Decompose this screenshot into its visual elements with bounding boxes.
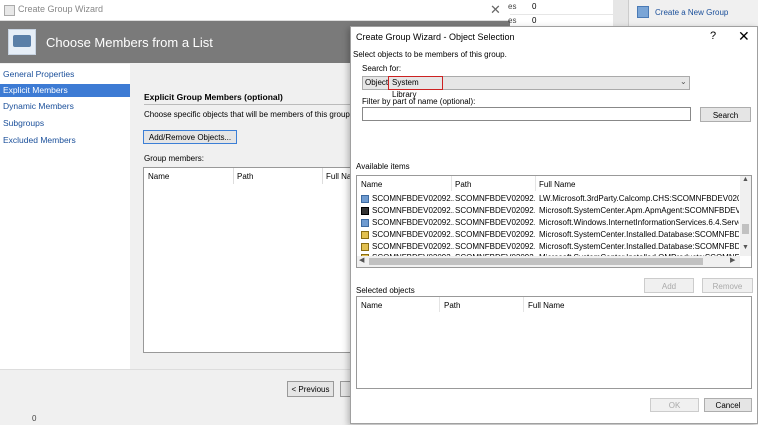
item-path: SCOMNFBDEV02092... — [455, 230, 535, 239]
cancel-button[interactable]: Cancel — [704, 398, 752, 412]
vertical-scrollbar[interactable]: ▲ ▼ — [740, 176, 751, 256]
list-item[interactable]: SCOMNFBDEV02092... SCOMNFBDEV02092... Mi… — [357, 206, 739, 217]
item-name: SCOMNFBDEV02092... — [372, 230, 454, 239]
list-item[interactable]: SCOMNFBDEV02092... SCOMNFBDEV02092... Mi… — [357, 242, 739, 253]
status-count: 0 — [32, 414, 37, 423]
item-path: SCOMNFBDEV02092... — [455, 242, 535, 251]
table-cell: es — [508, 2, 517, 11]
help-icon[interactable]: ? — [710, 30, 716, 42]
column-header-full-name[interactable]: Full Na — [326, 172, 351, 181]
object-type-value[interactable]: System Library — [388, 76, 443, 99]
scroll-down-icon[interactable]: ▼ — [742, 244, 749, 251]
item-full-name: Microsoft.SystemCenter.Installed.Databas… — [539, 242, 739, 251]
column-header-path[interactable]: Path — [444, 301, 460, 310]
column-header-full-name[interactable]: Full Name — [528, 301, 564, 310]
wizard-nav: General Properties Explicit Members Dyna… — [0, 64, 130, 369]
column-separator — [439, 297, 440, 312]
nav-excluded-members[interactable]: Excluded Members — [0, 134, 130, 147]
table-cell: 0 — [532, 2, 537, 11]
chevron-down-icon[interactable]: ⌄ — [680, 77, 687, 86]
close-icon[interactable]: ✕ — [738, 28, 750, 45]
item-path: SCOMNFBDEV02092... — [455, 194, 535, 203]
wizard-titlebar: Create Group Wizard ✕ — [0, 0, 510, 21]
group-icon — [361, 195, 369, 203]
remove-button[interactable]: Remove — [702, 278, 753, 293]
column-header-path[interactable]: Path — [237, 172, 253, 181]
previous-button[interactable]: < Previous — [287, 381, 334, 397]
table-row: es 0 — [508, 0, 628, 15]
column-header-name[interactable]: Name — [361, 180, 382, 189]
column-header-path[interactable]: Path — [455, 180, 471, 189]
group-members-icon — [8, 29, 36, 55]
group-members-label: Group members: — [144, 154, 205, 163]
create-group-icon — [637, 6, 649, 18]
column-header-name[interactable]: Name — [148, 172, 169, 181]
scroll-thumb[interactable] — [369, 258, 703, 265]
section-title: Explicit Group Members (optional) — [144, 92, 283, 102]
nav-explicit-members[interactable]: Explicit Members — [0, 84, 130, 97]
banner-title: Choose Members from a List — [46, 35, 213, 50]
list-item[interactable]: SCOMNFBDEV02092... SCOMNFBDEV02092... Mi… — [357, 230, 739, 241]
column-separator — [523, 297, 524, 312]
wizard-app-icon — [4, 5, 15, 16]
task-create-new-group[interactable]: Create a New Group — [655, 8, 728, 17]
nav-general-properties[interactable]: General Properties — [0, 68, 130, 81]
scroll-thumb[interactable] — [742, 224, 749, 234]
section-divider — [144, 104, 356, 105]
scroll-right-icon[interactable]: ▶ — [730, 256, 735, 264]
table-cell: 0 — [532, 16, 537, 25]
item-full-name: Microsoft.SystemCenter.Apm.ApmAgent:SCOM… — [539, 206, 739, 215]
column-separator — [233, 168, 234, 184]
selected-objects-table[interactable]: Name Path Full Name — [356, 296, 752, 389]
item-path: SCOMNFBDEV02092... — [455, 218, 535, 227]
filter-input[interactable] — [362, 107, 691, 121]
column-separator — [535, 176, 536, 191]
database-icon — [361, 231, 369, 239]
list-item[interactable]: SCOMNFBDEV02092... SCOMNFBDEV02092... LW… — [357, 194, 739, 205]
object-prefix: Object — [365, 78, 389, 87]
item-name: SCOMNFBDEV02092... — [372, 206, 454, 215]
item-full-name: Microsoft.Windows.InternetInformationSer… — [539, 218, 739, 227]
add-remove-objects-button[interactable]: Add/Remove Objects... — [143, 130, 237, 144]
item-full-name: LW.Microsoft.3rdParty.Calcomp.CHS:SCOMNF… — [539, 194, 739, 203]
scroll-left-icon[interactable]: ◀ — [359, 256, 364, 264]
search-for-label: Search for: — [362, 64, 402, 73]
available-items-table[interactable]: Name Path Full Name SCOMNFBDEV02092... S… — [356, 175, 752, 268]
item-name: SCOMNFBDEV02092... — [372, 218, 454, 227]
nav-dynamic-members[interactable]: Dynamic Members — [0, 100, 130, 113]
filter-label: Filter by part of name (optional): — [362, 97, 476, 106]
column-separator — [322, 168, 323, 184]
ok-button[interactable]: OK — [650, 398, 699, 412]
column-header-name[interactable]: Name — [361, 301, 382, 310]
horizontal-scrollbar[interactable]: ◀ ▶ — [357, 256, 740, 267]
list-item[interactable]: SCOMNFBDEV02092... SCOMNFBDEV02092... Mi… — [357, 218, 739, 229]
search-button[interactable]: Search — [700, 107, 751, 122]
item-full-name: Microsoft.SystemCenter.Installed.Databas… — [539, 230, 739, 239]
wizard-close-icon[interactable]: ✕ — [490, 2, 501, 18]
dialog-title: Create Group Wizard - Object Selection — [356, 32, 515, 42]
column-header-full-name[interactable]: Full Name — [539, 180, 575, 189]
item-name: SCOMNFBDEV02092... — [372, 194, 454, 203]
nav-subgroups[interactable]: Subgroups — [0, 117, 130, 130]
dialog-intro: Select objects to be members of this gro… — [353, 50, 507, 59]
item-path: SCOMNFBDEV02092... — [455, 206, 535, 215]
item-name: SCOMNFBDEV02092... — [372, 242, 454, 251]
table-cell: es — [508, 16, 517, 25]
group-members-table[interactable]: Name Path Full Na — [143, 167, 353, 353]
column-separator — [451, 176, 452, 191]
database-icon — [361, 243, 369, 251]
scroll-up-icon[interactable]: ▲ — [742, 176, 749, 183]
available-items-label: Available items — [356, 162, 410, 171]
section-description: Choose specific objects that will be mem… — [144, 110, 353, 119]
computer-icon — [361, 207, 369, 215]
group-icon — [361, 219, 369, 227]
selected-objects-label: Selected objects — [356, 286, 415, 295]
wizard-title: Create Group Wizard — [18, 4, 104, 14]
add-button[interactable]: Add — [644, 278, 694, 293]
